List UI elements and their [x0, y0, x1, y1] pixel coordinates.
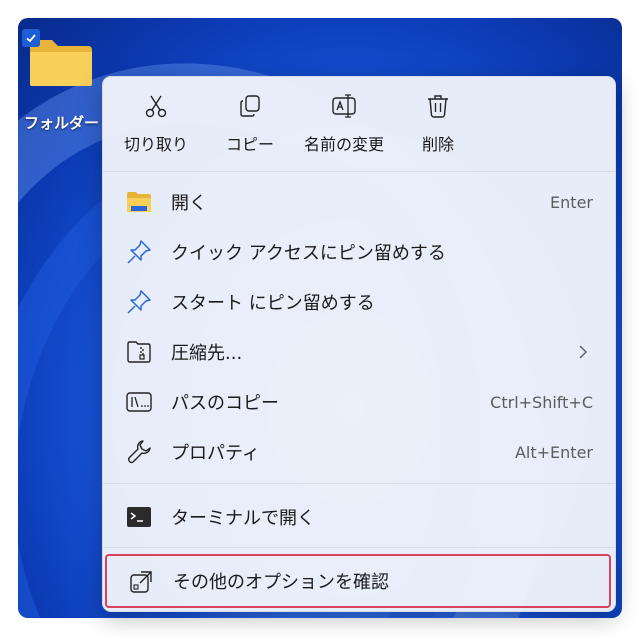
folder-selected-checkbox[interactable]: [22, 29, 40, 47]
chevron-right-icon: [579, 345, 588, 359]
rename-label: 名前の変更: [303, 135, 384, 154]
context-menu-toolbar: 切り取り コピー 名前の変更 削除: [103, 77, 615, 171]
menu-item-label: その他のオプションを確認: [173, 572, 389, 593]
menu-divider: [103, 547, 615, 548]
menu-item-copy-path[interactable]: パスのコピー Ctrl+Shift+C: [103, 377, 615, 427]
pin-icon: [125, 239, 153, 265]
rename-button[interactable]: 名前の変更: [299, 93, 389, 159]
menu-item-open[interactable]: 開く Enter: [103, 177, 615, 227]
menu-item-pin-quick-access[interactable]: クイック アクセスにピン留めする: [103, 227, 615, 277]
menu-item-compress[interactable]: 圧縮先...: [103, 327, 615, 377]
menu-item-terminal[interactable]: ターミナルで開く: [103, 492, 615, 542]
context-menu: 切り取り コピー 名前の変更 削除 開く Enter クイック アクセスにピン留…: [102, 76, 616, 612]
menu-item-shortcut: Alt+Enter: [514, 442, 593, 462]
menu-item-label: ターミナルで開く: [171, 508, 315, 529]
delete-label: 削除: [421, 135, 454, 154]
menu-item-label: クイック アクセスにピン留めする: [171, 243, 446, 264]
menu-divider: [103, 171, 615, 172]
menu-item-shortcut: Enter: [550, 192, 593, 212]
menu-item-label: パスのコピー: [171, 393, 279, 414]
menu-item-more-options[interactable]: その他のオプションを確認: [105, 554, 611, 608]
scissors-icon: [145, 95, 167, 118]
menu-item-label: プロパティ: [171, 443, 260, 464]
copy-icon: [240, 95, 260, 117]
terminal-icon: [125, 504, 153, 530]
trash-icon: [428, 95, 448, 118]
cut-label: 切り取り: [123, 135, 188, 154]
menu-item-label: 圧縮先...: [171, 343, 243, 364]
folder-label: フォルダー: [24, 114, 100, 132]
cut-button[interactable]: 切り取り: [111, 93, 201, 159]
menu-item-label: スタート にピン留めする: [171, 293, 375, 314]
zip-folder-icon: [125, 339, 153, 365]
menu-item-label: 開く: [171, 193, 207, 214]
check-icon: [26, 34, 36, 43]
path-icon: [125, 389, 153, 415]
delete-button[interactable]: 削除: [393, 93, 483, 159]
copy-label: コピー: [225, 135, 274, 154]
menu-divider: [103, 483, 615, 484]
folder-icon: [125, 189, 153, 215]
menu-item-shortcut: Ctrl+Shift+C: [490, 392, 593, 412]
menu-item-pin-start[interactable]: スタート にピン留めする: [103, 277, 615, 327]
pin-icon: [125, 289, 153, 315]
share-icon: [127, 569, 155, 595]
rename-icon: [332, 94, 356, 118]
menu-item-properties[interactable]: プロパティ Alt+Enter: [103, 427, 615, 477]
copy-button[interactable]: コピー: [205, 93, 295, 159]
wrench-icon: [125, 439, 153, 465]
desktop-folder[interactable]: フォルダー: [18, 24, 108, 134]
